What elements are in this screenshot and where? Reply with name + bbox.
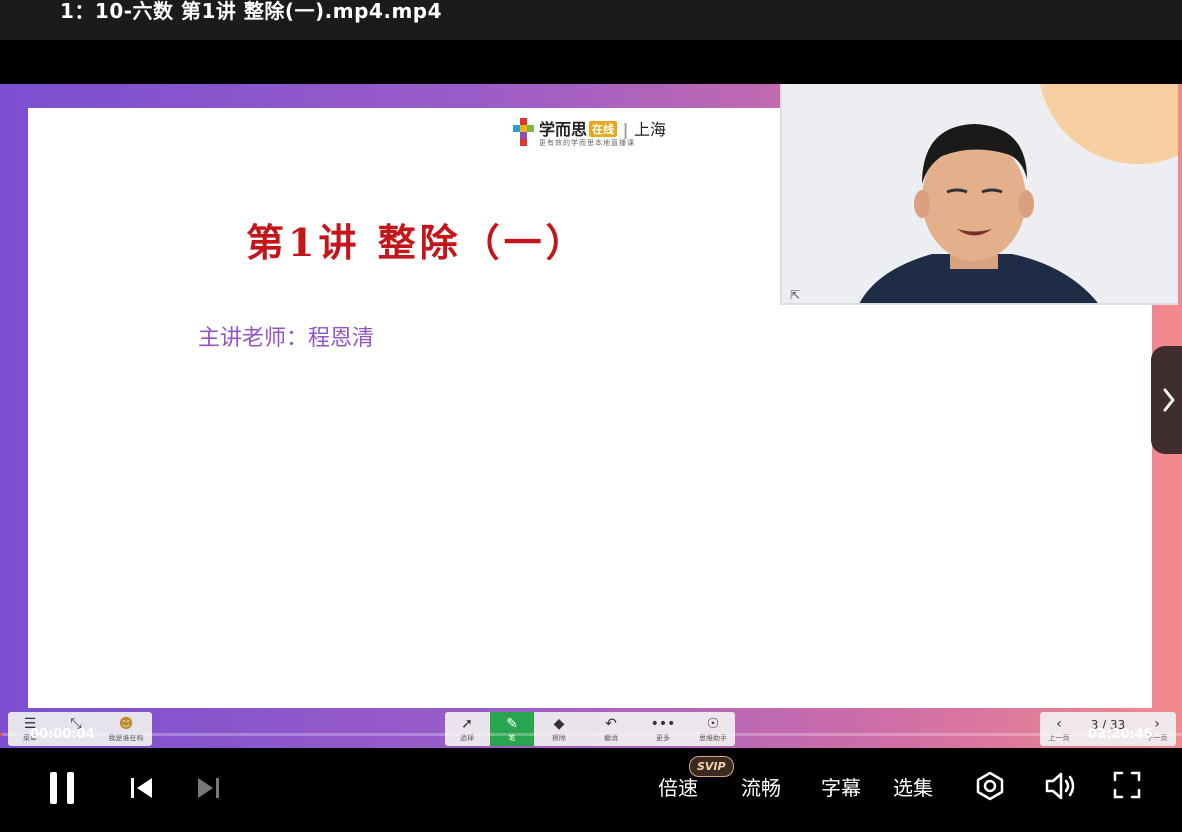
courseware-mascot-button[interactable]: ☻ 我是谁在构 [102,712,150,746]
teacher-webcam: ⇱ [780,84,1178,305]
undo-tool-button[interactable]: ↶ 撤消 [589,712,633,746]
episodes-button[interactable]: 选集 [893,772,933,801]
total-time: 02:20:46 [1088,727,1153,742]
player-controls: 倍速 SVIP 流畅 字幕 选集 [0,748,1182,832]
pause-icon [50,772,74,804]
next-button[interactable] [194,774,222,802]
brand-name-text: 学而思 [539,120,588,139]
svip-badge: SVIP [689,756,734,777]
courseware-toolbar: ☰ 菜单 ⤡ ☻ 我是谁在构 ➚ 选择 ✎ 笔 ◆ 擦除 ↶ 撤消 ••• 更多… [0,712,1182,748]
picture-mode-button[interactable] [974,770,1006,802]
video-frame[interactable]: 学而思 在线 | 上海 更有效的学而思本地直播课 第1讲 整除（一） 主讲老师：程… [0,84,1182,748]
chevron-right-icon [1163,388,1175,412]
quality-button[interactable]: 流畅 [741,772,781,801]
cursor-icon: ➚ [461,716,473,732]
brand-city: 上海 [634,120,667,139]
volume-button[interactable] [1043,770,1077,802]
speed-button[interactable]: 倍速 [658,772,698,801]
title-bar: 1：10-六数 第1讲 整除(一).mp4.mp4 [0,0,1182,40]
teacher-name: 主讲老师：程恩清 [198,326,375,351]
assistant-tool-button[interactable]: ☉ 思维助手 [691,712,735,746]
skip-previous-icon [131,778,152,798]
select-tool-button[interactable]: ➚ 选择 [445,712,489,746]
video-title: 1：10-六数 第1讲 整除(一).mp4.mp4 [60,0,443,23]
brand-slogan: 更有效的学而思本地直播课 [539,139,635,147]
logo-mark-icon [513,118,535,148]
progress-fill [0,733,2,736]
slide-title: 第1讲 整除（一） [246,220,588,265]
brand-logo: 学而思 在线 | 上海 更有效的学而思本地直播课 [513,116,673,152]
volume-icon [1045,772,1075,800]
pen-icon: ✎ [506,716,518,732]
previous-button[interactable] [128,774,156,802]
eye-settings-icon [976,771,1004,801]
brand-badge: 在线 [589,121,618,137]
fullscreen-icon [1113,771,1141,799]
courseware-draw-tools: ➚ 选择 ✎ 笔 ◆ 擦除 ↶ 撤消 ••• 更多 ☉ 思维助手 [445,712,735,746]
chevron-left-icon: ‹ [1056,716,1062,732]
more-icon: ••• [650,716,676,732]
eraser-tool-button[interactable]: ◆ 擦除 [537,712,581,746]
more-tool-button[interactable]: ••• 更多 [641,712,685,746]
fullscreen-button[interactable] [1112,770,1142,800]
pause-button[interactable] [48,770,76,806]
pen-tool-button[interactable]: ✎ 笔 [490,712,534,746]
undo-icon: ↶ [605,716,617,732]
skip-next-icon [198,778,219,798]
subtitle-button[interactable]: 字幕 [821,772,861,801]
side-next-button[interactable] [1151,346,1182,454]
progress-bar[interactable] [0,733,1182,736]
brand-name: 学而思 在线 | 上海 [539,120,667,139]
eraser-icon: ◆ [553,716,565,732]
robot-icon: ☉ [706,716,720,732]
current-time: 00:00:04 [30,727,95,742]
prev-page-button[interactable]: ‹ 上一页 [1040,712,1078,746]
teacher-video-image [859,124,1098,303]
mouse-cursor-icon: ⇱ [790,288,801,302]
mascot-icon: ☻ [118,716,134,732]
